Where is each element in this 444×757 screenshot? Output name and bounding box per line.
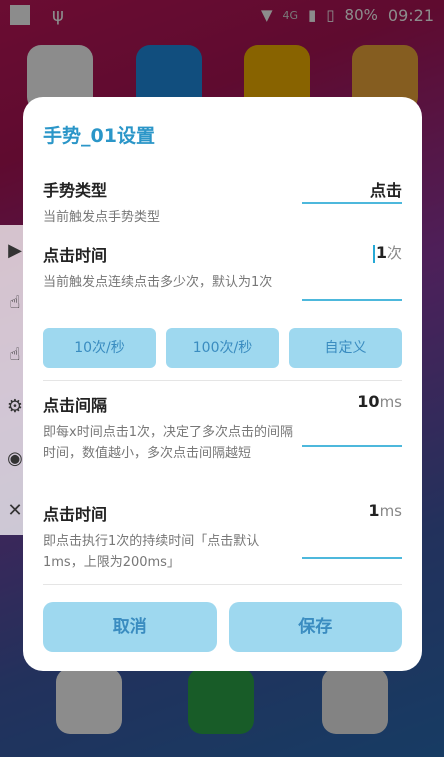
gesture-type-row: 手势类型 当前触发点手势类型 点击 xyxy=(43,177,402,228)
interval-desc: 即每x时间点击1次，决定了多次点击的间隔时间，数值越小，多次点击间隔越短 xyxy=(43,425,293,461)
preset-custom-button[interactable]: 自定义 xyxy=(289,328,402,368)
click-count-input[interactable]: 1次 xyxy=(302,242,402,301)
duration-input[interactable]: 1ms xyxy=(302,501,402,559)
cancel-button[interactable]: 取消 xyxy=(43,602,217,652)
save-button[interactable]: 保存 xyxy=(228,602,402,652)
divider xyxy=(43,584,402,585)
dialog-title: 手势_01设置 xyxy=(43,125,155,147)
dialog-footer: 取消 保存 xyxy=(43,602,402,652)
divider xyxy=(43,380,402,381)
click-count-desc: 当前触发点连续点击多少次，默认为1次 xyxy=(43,275,273,290)
gesture-settings-dialog: 手势_01设置 手势类型 当前触发点手势类型 点击 点击时间 当前触发点连续点击… xyxy=(23,97,422,671)
gesture-type-select[interactable]: 点击 xyxy=(302,177,402,204)
click-count-row: 点击时间 当前触发点连续点击多少次，默认为1次 1次 xyxy=(43,242,402,301)
duration-row: 点击时间 即点击执行1次的持续时间「点击默认1ms，上限为200ms」 1ms xyxy=(43,501,402,573)
preset-10-per-sec-button[interactable]: 10次/秒 xyxy=(43,328,156,368)
preset-100-per-sec-button[interactable]: 100次/秒 xyxy=(166,328,279,368)
interval-input[interactable]: 10ms xyxy=(302,392,402,447)
interval-row: 点击间隔 即每x时间点击1次，决定了多次点击的间隔时间，数值越小，多次点击间隔越… xyxy=(43,392,402,464)
gesture-type-desc: 当前触发点手势类型 xyxy=(43,210,161,225)
duration-desc: 即点击执行1次的持续时间「点击默认1ms，上限为200ms」 xyxy=(43,534,260,570)
preset-buttons: 10次/秒 100次/秒 自定义 xyxy=(43,328,402,368)
